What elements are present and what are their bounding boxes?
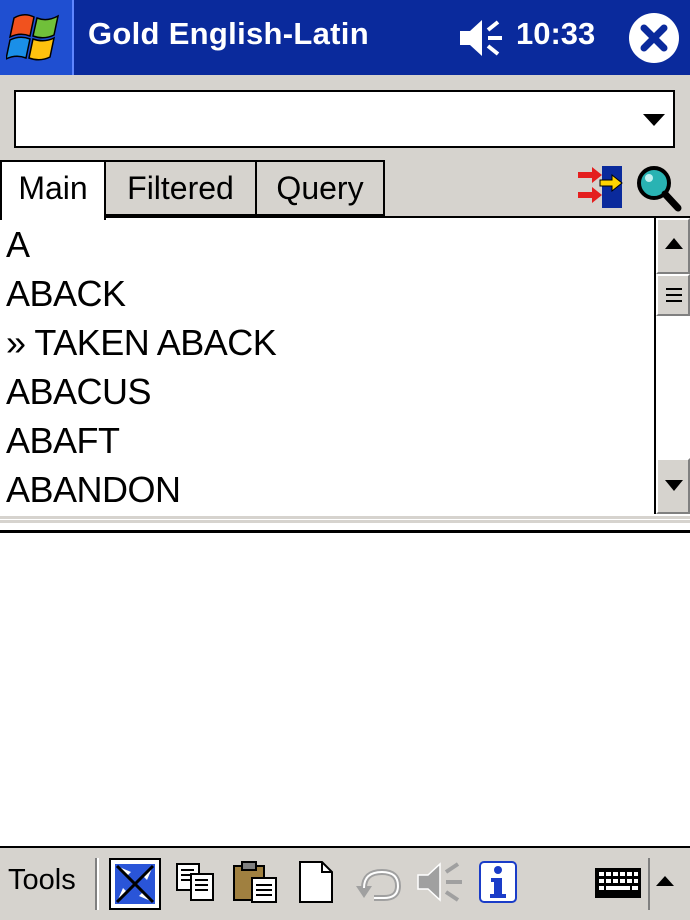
- info-icon: [479, 861, 517, 903]
- tab-query[interactable]: Query: [255, 160, 385, 216]
- swap-direction-icon[interactable]: [576, 164, 624, 210]
- list-item[interactable]: ABANDON: [6, 465, 181, 514]
- speaker-icon[interactable]: [458, 18, 508, 58]
- start-button[interactable]: [0, 0, 74, 75]
- list-item[interactable]: » TAKEN ABACK: [6, 318, 277, 367]
- list-item[interactable]: A: [6, 220, 30, 269]
- new-document-icon: [299, 861, 333, 903]
- search-input[interactable]: [24, 102, 628, 138]
- chevron-down-icon: [665, 480, 683, 491]
- chevron-down-icon[interactable]: [643, 114, 665, 126]
- toolbar-separator: [648, 858, 650, 910]
- grip-line: [666, 294, 682, 296]
- word-list[interactable]: A ABACK » TAKEN ABACK ABACUS ABAFT ABAND…: [0, 218, 654, 514]
- scroll-up-button[interactable]: [656, 218, 690, 274]
- translation-pane[interactable]: [0, 534, 690, 846]
- undo-icon: [356, 868, 402, 901]
- undo-button[interactable]: [354, 858, 406, 910]
- fullscreen-icon: [115, 864, 155, 904]
- clock[interactable]: 10:33: [516, 16, 595, 52]
- grip-line: [666, 288, 682, 290]
- search-icon[interactable]: [634, 164, 684, 212]
- copy-icon: [176, 863, 214, 901]
- search-combobox[interactable]: [14, 90, 675, 148]
- paste-button[interactable]: [230, 858, 282, 910]
- word-list-scrollbar[interactable]: [654, 218, 690, 514]
- splitter-line: [0, 516, 690, 519]
- tab-bar: Main Filtered Query: [0, 160, 690, 220]
- keyboard-icon[interactable]: [594, 864, 642, 904]
- grip-line: [666, 300, 682, 302]
- scroll-thumb[interactable]: [656, 274, 690, 316]
- close-button[interactable]: [629, 13, 679, 63]
- windows-flag-icon: [6, 14, 60, 61]
- speak-button[interactable]: [414, 858, 466, 910]
- tab-main[interactable]: Main: [0, 160, 106, 220]
- speak-icon: [417, 862, 462, 902]
- tab-filtered[interactable]: Filtered: [104, 160, 257, 216]
- app-title: Gold English-Latin: [88, 16, 369, 51]
- splitter-line: [0, 530, 690, 533]
- list-item[interactable]: ABACK: [6, 269, 126, 318]
- paste-icon: [233, 861, 277, 903]
- search-area: [0, 75, 690, 160]
- fullscreen-button[interactable]: [109, 858, 161, 910]
- copy-button[interactable]: [172, 858, 224, 910]
- close-icon: [640, 24, 668, 52]
- new-document-button[interactable]: [292, 858, 344, 910]
- scroll-down-button[interactable]: [656, 458, 690, 514]
- tools-menu[interactable]: Tools: [8, 864, 76, 897]
- list-item[interactable]: ABAFT: [6, 416, 120, 465]
- chevron-up-icon: [665, 238, 683, 249]
- toolbar-separator: [95, 858, 99, 910]
- info-button[interactable]: [474, 858, 526, 910]
- list-item[interactable]: ABACUS: [6, 367, 152, 416]
- splitter-line: [0, 520, 690, 523]
- chevron-up-icon[interactable]: [656, 876, 674, 886]
- title-bar: Gold English-Latin 10:33: [0, 0, 690, 75]
- pane-splitter[interactable]: [0, 514, 690, 534]
- command-bar: Tools: [0, 846, 690, 920]
